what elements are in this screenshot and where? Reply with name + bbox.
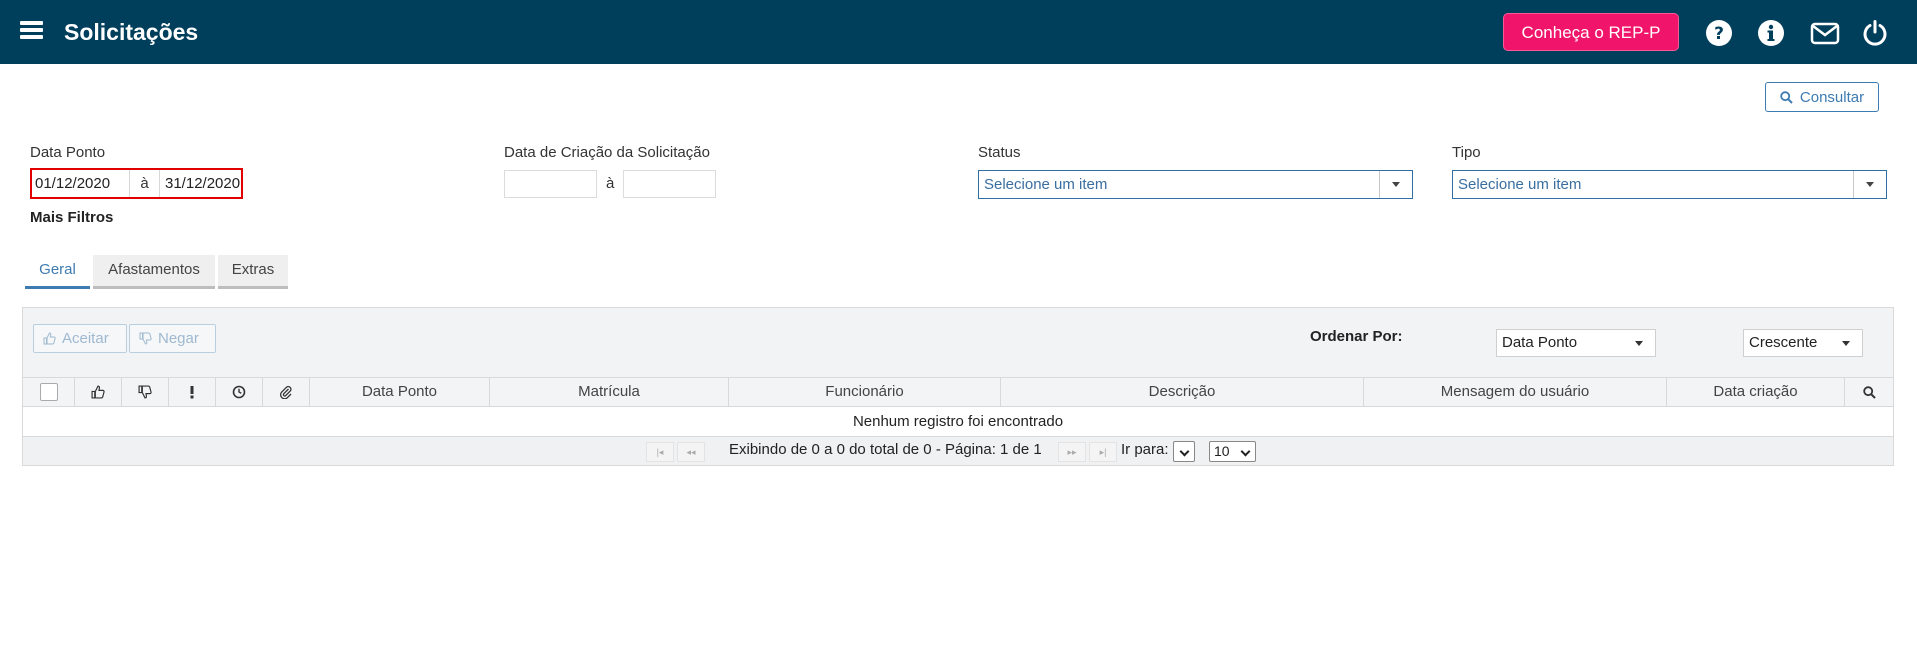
empty-message: Nenhum registro foi encontrado	[23, 407, 1893, 436]
consultar-label: Consultar	[1799, 88, 1865, 106]
tab-extras[interactable]: Extras	[218, 255, 288, 289]
search-icon[interactable]	[1862, 385, 1876, 399]
col-alert	[169, 378, 216, 406]
tipo-label: Tipo	[1452, 144, 1481, 161]
next-page-icon[interactable]: ▸▸	[1058, 442, 1086, 462]
status-placeholder: Selecione um item	[984, 176, 1108, 193]
power-icon[interactable]	[1861, 19, 1889, 47]
last-page-icon[interactable]: ▸|	[1089, 442, 1117, 462]
negar-button[interactable]: Negar	[129, 324, 216, 353]
prev-page-icon[interactable]: ◂◂	[677, 442, 705, 462]
order-direction-select[interactable]: Crescente	[1743, 329, 1863, 357]
pager-info: Exibindo de 0 a 0 do total de 0 - Página…	[729, 441, 1042, 458]
data-ponto-range: 01/12/2020 à 31/12/2020	[30, 168, 243, 199]
data-criacao-label: Data de Criação da Solicitação	[504, 144, 710, 161]
chevron-down-icon[interactable]	[1379, 171, 1412, 198]
column-search-cell	[1845, 378, 1893, 406]
pager: |◂ ◂◂ Exibindo de 0 a 0 do total de 0 - …	[23, 436, 1893, 465]
page-size-select[interactable]: 10	[1209, 441, 1256, 462]
col-accepted	[75, 378, 122, 406]
col-data-criacao[interactable]: Data criação	[1667, 378, 1845, 406]
col-mensagem-usuario[interactable]: Mensagem do usuário	[1364, 378, 1667, 406]
search-icon	[1780, 90, 1793, 104]
top-bar: Solicitações Conheça o REP-P ?	[0, 0, 1917, 64]
thumbs-down-icon	[139, 332, 152, 345]
menu-icon[interactable]	[20, 21, 43, 40]
col-matricula[interactable]: Matrícula	[490, 378, 729, 406]
help-icon[interactable]: ?	[1705, 19, 1733, 47]
tab-afastamentos[interactable]: Afastamentos	[93, 255, 215, 289]
chevron-down-icon[interactable]	[1853, 171, 1886, 198]
range-separator: à	[130, 170, 160, 197]
thumbs-up-icon	[43, 332, 56, 345]
data-ponto-from-input[interactable]: 01/12/2020	[32, 170, 130, 197]
ordenar-por-label: Ordenar Por:	[1310, 328, 1403, 345]
goto-page-select[interactable]	[1173, 441, 1195, 462]
page-title: Solicitações	[64, 19, 199, 45]
aceitar-button[interactable]: Aceitar	[33, 324, 127, 353]
select-all-cell	[23, 378, 75, 406]
svg-text:?: ?	[1714, 24, 1724, 44]
status-select[interactable]: Selecione um item	[978, 170, 1413, 199]
goto-page-label: Ir para:	[1121, 441, 1169, 458]
col-attachment	[263, 378, 310, 406]
paperclip-icon	[279, 386, 292, 400]
col-data-ponto[interactable]: Data Ponto	[310, 378, 490, 406]
tab-geral[interactable]: Geral	[25, 255, 90, 289]
range-separator: à	[606, 175, 615, 192]
col-descricao[interactable]: Descrição	[1001, 378, 1364, 406]
negar-label: Negar	[158, 330, 199, 347]
thumbs-down-icon	[138, 385, 152, 399]
info-icon[interactable]	[1757, 19, 1785, 47]
col-denied	[122, 378, 169, 406]
mais-filtros-link[interactable]: Mais Filtros	[30, 209, 113, 226]
conheca-rep-p-button[interactable]: Conheça o REP-P	[1503, 13, 1679, 51]
data-criacao-from-input[interactable]	[504, 170, 597, 198]
col-time	[216, 378, 263, 406]
status-label: Status	[978, 144, 1021, 161]
consultar-button[interactable]: Consultar	[1765, 82, 1879, 112]
select-all-checkbox[interactable]	[39, 383, 58, 402]
data-ponto-to-input[interactable]: 31/12/2020	[160, 170, 240, 197]
tipo-placeholder: Selecione um item	[1458, 176, 1582, 193]
first-page-icon[interactable]: |◂	[646, 442, 674, 462]
data-criacao-to-input[interactable]	[623, 170, 716, 198]
thumbs-up-icon	[91, 385, 105, 399]
exclamation-icon	[190, 386, 194, 399]
tipo-select[interactable]: Selecione um item	[1452, 170, 1887, 199]
col-funcionario[interactable]: Funcionário	[729, 378, 1001, 406]
order-by-select[interactable]: Data Ponto	[1496, 329, 1656, 357]
data-ponto-label: Data Ponto	[30, 144, 106, 161]
clock-icon	[232, 385, 246, 399]
aceitar-label: Aceitar	[62, 330, 109, 347]
mail-icon[interactable]	[1810, 19, 1840, 47]
table-header: Data Ponto Matrícula Funcionário Descriç…	[23, 377, 1893, 407]
